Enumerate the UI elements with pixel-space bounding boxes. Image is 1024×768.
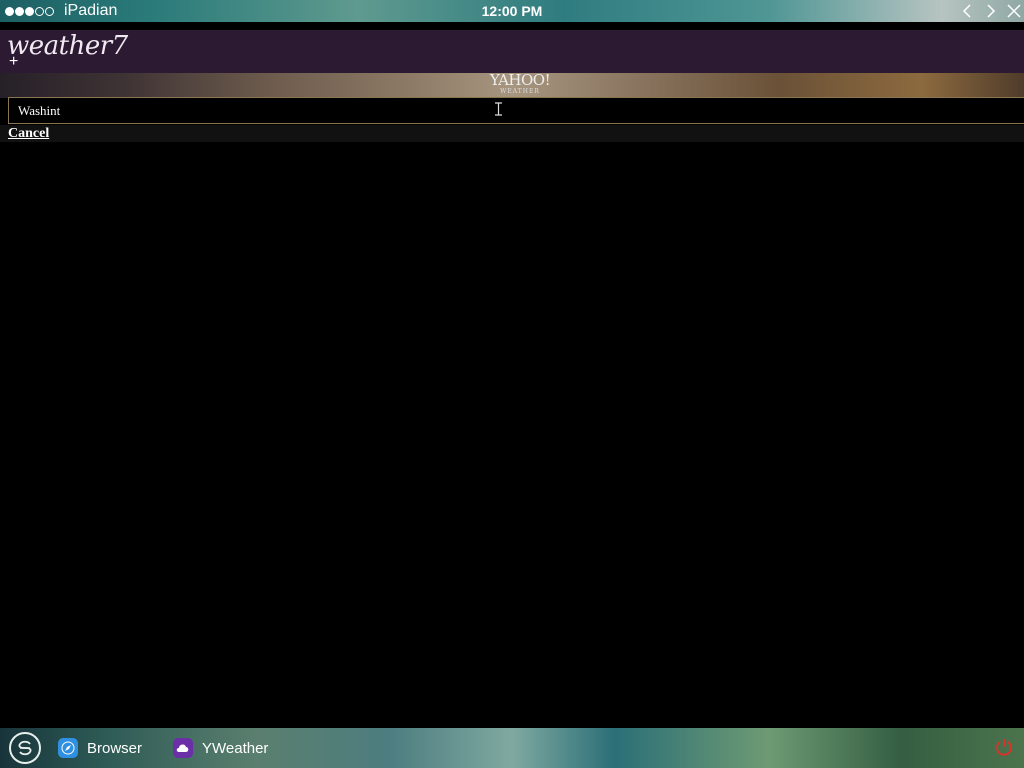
close-window-button[interactable]: [1004, 0, 1024, 22]
chevron-right-icon: [987, 4, 996, 18]
location-search-box[interactable]: [8, 97, 1024, 124]
yahoo-weather-banner: YAHOO! WEATHER: [0, 73, 1024, 98]
back-button[interactable]: [957, 0, 977, 22]
taskbar-item-yweather[interactable]: YWeather: [173, 736, 268, 760]
cancel-bar: [0, 125, 1024, 142]
cloud-icon: [173, 738, 193, 758]
yahoo-weather-logo: YAHOO! WEATHER: [0, 73, 1024, 96]
app-header: weather7 +: [0, 30, 1024, 73]
add-location-button[interactable]: +: [9, 54, 18, 70]
location-search-input[interactable]: [18, 101, 998, 121]
yahoo-brand: YAHOO!: [489, 71, 551, 89]
status-clock: 12:00 PM: [481, 3, 543, 19]
signal-strength-icon: [5, 0, 55, 22]
power-icon[interactable]: [994, 737, 1014, 757]
yahoo-sub: WEATHER: [500, 88, 540, 95]
chevron-left-icon: [962, 4, 971, 18]
taskbar-item-browser[interactable]: Browser: [58, 736, 142, 760]
status-bar: iPadian 12:00 PM: [0, 0, 1024, 22]
forward-button[interactable]: [981, 0, 1001, 22]
taskbar-label-yweather: YWeather: [202, 739, 269, 757]
cancel-link[interactable]: Cancel: [8, 126, 49, 142]
text-cursor-icon: [495, 102, 502, 116]
app-logo: weather7: [7, 31, 128, 61]
compass-icon: [58, 738, 78, 758]
carrier-name: iPadian: [64, 2, 118, 19]
taskbar: Browser YWeather: [0, 728, 1024, 768]
taskbar-label-browser: Browser: [87, 739, 143, 757]
start-button[interactable]: [9, 732, 41, 764]
close-icon: [1007, 4, 1021, 18]
ipadian-logo-icon: [18, 740, 32, 756]
